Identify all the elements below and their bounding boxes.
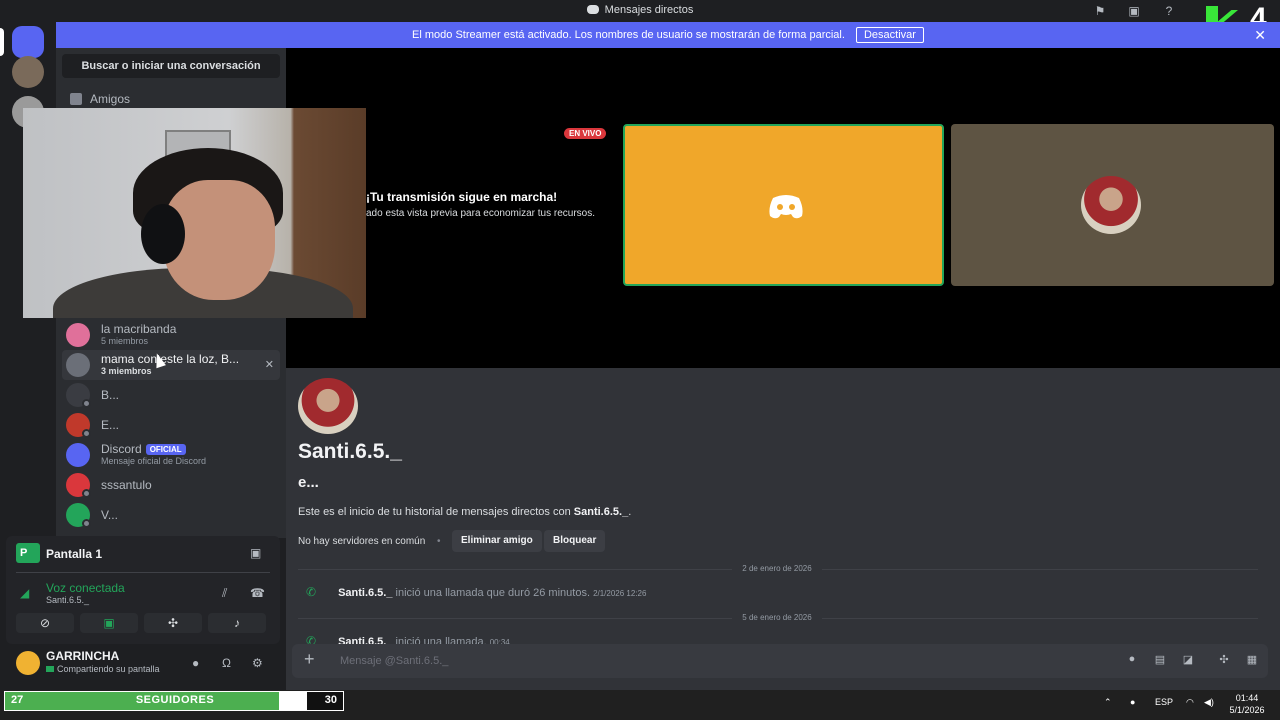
status-offline [82, 519, 91, 528]
stream-tile-user[interactable] [951, 124, 1274, 286]
call-message: ✆ Santi.6.5._ inició una llamada que duró… [306, 585, 647, 599]
microphone-icon[interactable]: ● [192, 656, 199, 670]
discord-icon [586, 5, 599, 14]
message-bar: + Mensaje @Santi.6.5._ ● ▤ ◪ ✣ ▦ [292, 644, 1268, 678]
headphones-icon[interactable]: Ω [222, 656, 231, 670]
close-dm-icon[interactable]: ✕ [265, 358, 274, 371]
streamer-mode-banner: El modo Streamer está activado. Los nomb… [56, 22, 1280, 48]
dm-item[interactable]: V... [62, 500, 280, 530]
share-title: Pantalla 1 [46, 547, 103, 561]
disconnect-icon[interactable]: ☎ [250, 586, 265, 600]
followers-goal: 30 [324, 694, 337, 706]
gift-box-icon[interactable]: ▦ [1244, 653, 1260, 667]
username[interactable]: GARRINCHA [46, 649, 119, 663]
screen-icon[interactable]: ▣ [1126, 3, 1142, 19]
date-label: 2 de enero de 2026 [732, 564, 822, 573]
noise-suppression-icon[interactable]: ⫽ [222, 586, 227, 601]
signal-icon[interactable]: ◢ [20, 586, 29, 600]
activities-button[interactable]: ✣ [144, 613, 202, 633]
headphones-icon [141, 204, 185, 264]
group-avatar [66, 323, 90, 347]
server-icon[interactable] [12, 56, 44, 88]
deactivate-button[interactable]: Desactivar [855, 27, 924, 43]
intro-text: Este es el inicio de tu historial de men… [298, 506, 632, 518]
profile-username: e... [298, 474, 319, 491]
sidebar-item-friends[interactable]: Amigos [70, 92, 130, 106]
user-panel: GARRINCHA Compartiendo su pantalla ● Ω ⚙ [6, 644, 280, 686]
block-button[interactable]: Bloquear [544, 530, 606, 552]
stream-tile-self[interactable] [623, 124, 944, 286]
dm-item[interactable]: sssantulo [62, 470, 280, 500]
help-icon[interactable]: ? [1161, 3, 1177, 19]
share-screen-button[interactable]: ▣ [80, 613, 138, 633]
wifi-icon[interactable]: ◠ [1186, 697, 1194, 708]
message-input[interactable]: Mensaje @Santi.6.5._ [340, 655, 448, 667]
separator-dot: • [437, 536, 441, 547]
user-status: Compartiendo su pantalla [46, 664, 160, 674]
discord-home-icon[interactable] [12, 26, 44, 58]
voice-status[interactable]: Voz conectada [46, 581, 125, 595]
screen-icon [46, 666, 54, 672]
title-bar: Mensajes directos ⚑ ▣ ? [0, 0, 1280, 22]
camera-off-button[interactable]: ⊘ [16, 613, 74, 633]
dm-name: Discord OFICIAL [101, 442, 186, 456]
followers-goal-bar: 27 SEGUIDORES 30 [4, 691, 344, 711]
dm-item[interactable]: Discord OFICIAL Mensaje oficial de Discor… [62, 440, 280, 470]
profile-avatar[interactable] [298, 378, 358, 434]
dm-item[interactable]: la macribanda 5 miembros [62, 320, 280, 350]
settings-gear-icon[interactable]: ⚙ [252, 656, 263, 670]
chat-area: Santi.6.5._ e... Este es el inicio de tu… [286, 368, 1280, 690]
divider [16, 572, 270, 573]
add-attachment-icon[interactable]: + [304, 649, 315, 670]
discord-logo-icon [769, 195, 803, 219]
sticker-icon[interactable]: ◪ [1180, 653, 1196, 667]
gif-icon[interactable]: ▤ [1152, 653, 1168, 667]
webcam-overlay [23, 108, 366, 318]
stop-share-icon[interactable]: ▣ [250, 546, 261, 560]
dm-item[interactable]: mama conteste la loz, B... 3 miembros ✕ [62, 350, 280, 380]
gift-icon[interactable]: ● [1124, 653, 1140, 667]
followers-label: SEGUIDORES [135, 694, 215, 706]
user-avatar [1081, 176, 1141, 234]
date-label: 5 de enero de 2026 [732, 613, 822, 622]
dm-item[interactable]: B... [62, 380, 280, 410]
common-servers: No hay servidores en común [298, 536, 426, 547]
soundboard-button[interactable]: ♪ [208, 613, 266, 633]
screen-share-icon: P [16, 543, 40, 563]
discord-avatar [66, 443, 90, 467]
voice-panel: P Pantalla 1 ▣ ◢ Voz conectada Santi.6.5… [6, 536, 280, 644]
avatar[interactable] [16, 651, 40, 675]
remove-friend-button[interactable]: Eliminar amigo [452, 530, 542, 552]
clock[interactable]: 01:44 5/1/2026 [1222, 692, 1272, 716]
friends-icon [70, 93, 82, 105]
stream-subtitle: ado esta vista previa para economizar tu… [366, 208, 595, 219]
close-icon[interactable]: ✕ [1254, 22, 1266, 48]
chevron-up-icon[interactable]: ⌃ [1104, 697, 1112, 708]
dm-item[interactable]: E... [62, 410, 280, 440]
stream-title: ¡Tu transmisión sigue en marcha! [366, 190, 558, 204]
live-badge: EN VIVO [564, 128, 607, 139]
rail-indicator [0, 28, 4, 56]
banner-text: El modo Streamer está activado. Los nomb… [412, 29, 845, 41]
status-offline [82, 429, 91, 438]
stream-area: EN VIVO ¡Tu transmisión sigue en marcha!… [286, 48, 1280, 368]
phone-icon: ✆ [306, 585, 317, 599]
inbox-flag-icon[interactable]: ⚑ [1092, 3, 1108, 19]
official-badge: OFICIAL [145, 444, 186, 455]
language-indicator[interactable]: ESP [1155, 697, 1173, 707]
volume-icon[interactable]: ◀) [1204, 697, 1214, 708]
status-offline [82, 489, 91, 498]
voice-channel[interactable]: Santi.6.5._ [46, 595, 89, 605]
apps-icon[interactable]: ✣ [1216, 653, 1232, 667]
status-offline [82, 399, 91, 408]
group-avatar [66, 353, 90, 377]
profile-name: Santi.6.5._ [298, 440, 402, 463]
microphone-icon[interactable]: ● [1130, 697, 1135, 707]
search-button[interactable]: Buscar o iniciar una conversación [62, 54, 280, 78]
window-title: Mensajes directos [0, 4, 1280, 16]
